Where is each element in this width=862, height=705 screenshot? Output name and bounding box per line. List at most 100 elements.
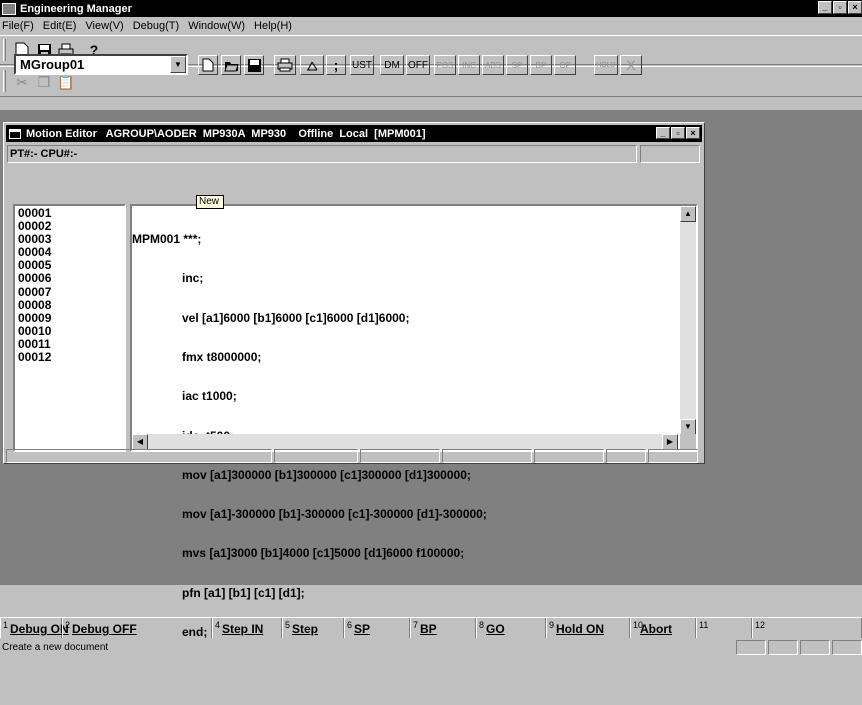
editor-status-pane	[648, 449, 698, 463]
code-editor[interactable]: MPM001 ***; inc; vel [a1]6000 [b1]6000 […	[130, 204, 698, 639]
fkey-number: 6	[347, 620, 353, 630]
fkey-1[interactable]: 1 Debug ON	[0, 618, 69, 638]
editor-abs-button[interactable]: ABS	[482, 55, 504, 75]
fkey-number: 10	[633, 620, 644, 630]
group-select[interactable]: MGroup01 ▼	[14, 54, 188, 75]
app-titlebar[interactable]: Engineering Manager _ ▫ ×	[0, 0, 862, 17]
close-icon[interactable]: X	[620, 55, 642, 75]
fkey-8[interactable]: 8 GO	[476, 618, 546, 638]
menu-debug[interactable]: Debug(T)	[133, 20, 179, 32]
editor-new-button[interactable]	[198, 55, 218, 75]
fkey-number: 11	[699, 620, 709, 630]
app-icon	[2, 2, 16, 15]
pt-cpu-field: PT#:- CPU#:-	[7, 145, 637, 163]
maximize-button[interactable]: ▫	[833, 1, 847, 14]
editor-inc-button[interactable]: INC	[458, 55, 480, 75]
status-bar: Create a new document	[0, 640, 862, 655]
editor-save-button[interactable]	[244, 55, 264, 75]
status-pane	[832, 640, 862, 655]
editor-status-pane	[6, 449, 272, 463]
menu-window[interactable]: Window(W)	[188, 20, 245, 32]
motion-editor-title: Motion Editor AGROUP\AODER MP930A MP930 …	[26, 127, 426, 140]
editor-bp-button[interactable]: BP	[530, 55, 552, 75]
fkey-11[interactable]: 11	[696, 618, 752, 638]
fkey-number: 4	[215, 620, 221, 630]
fkey-number: 2	[65, 620, 71, 630]
close-button[interactable]: ×	[848, 1, 862, 14]
menu-edit[interactable]: Edit(E)	[43, 20, 77, 32]
fkey-12[interactable]: 12	[752, 618, 862, 638]
menu-view[interactable]: View(V)	[85, 20, 123, 32]
status-pane	[768, 640, 798, 655]
vertical-scrollbar[interactable]: ▲ ▼	[680, 206, 696, 435]
cut-icon[interactable]: ✂	[12, 72, 32, 92]
editor-status-pane	[606, 449, 646, 463]
editor-semicolon-button[interactable]: ;	[326, 55, 346, 75]
editor-cp-button[interactable]: CP	[554, 55, 576, 75]
menu-file[interactable]: File(F)	[2, 20, 34, 32]
fkey-label: Hold ON	[556, 622, 604, 636]
motion-editor-titlebar[interactable]: Motion Editor AGROUP\AODER MP930A MP930 …	[6, 125, 702, 142]
fkey-6[interactable]: 6 SP	[344, 618, 410, 638]
scroll-left-icon[interactable]: ◀	[132, 434, 148, 450]
paste-icon[interactable]: 📋	[56, 72, 76, 92]
status-pane	[800, 640, 830, 655]
editor-ust-button[interactable]: UST	[350, 55, 374, 75]
fkey-2[interactable]: 2 Debug OFF	[62, 618, 212, 638]
fkey-10[interactable]: 10 Abort	[630, 618, 696, 638]
toolbar-grip[interactable]	[3, 70, 6, 92]
toolbar-grip[interactable]	[3, 39, 6, 61]
line-number: 00007	[18, 284, 52, 299]
code-line[interactable]: mov [a1]300000 [b1]300000 [c1]300000 [d1…	[132, 468, 678, 482]
fkey-5[interactable]: 5 Step	[282, 618, 344, 638]
scroll-right-icon[interactable]: ▶	[662, 434, 678, 450]
code-line[interactable]: iac t1000;	[132, 390, 678, 403]
scroll-corner	[680, 434, 696, 450]
function-key-bar: 1 Debug ON 2 Debug OFF 4 Step IN 5 Step 6 SP …	[0, 617, 862, 638]
editor-window-icon	[9, 128, 21, 139]
editor-find-button[interactable]	[300, 55, 324, 75]
fkey-number: 8	[479, 620, 485, 630]
editor-open-button[interactable]	[221, 55, 241, 75]
fkey-7[interactable]: 7 BP	[410, 618, 476, 638]
chevron-down-icon[interactable]: ▼	[170, 56, 186, 73]
menu-help[interactable]: Help(H)	[254, 20, 292, 32]
editor-dm-button[interactable]: DM	[380, 55, 404, 75]
horizontal-scrollbar[interactable]: ◀ ▶	[132, 434, 678, 450]
status-text: Create a new document	[2, 642, 109, 653]
minimize-button[interactable]: _	[818, 1, 832, 14]
code-line[interactable]: fmx t8000000;	[132, 350, 678, 364]
editor-sp-button[interactable]: SP	[506, 55, 528, 75]
code-line[interactable]: mvs [a1]3000 [b1]4000 [c1]5000 [d1]6000 …	[132, 547, 678, 560]
scroll-up-icon[interactable]: ▲	[680, 206, 696, 222]
code-line[interactable]: pfn [a1] [b1] [c1] [d1];	[132, 586, 678, 600]
menu-bar: File(F) Edit(E) View(V) Debug(T) Window(…	[0, 17, 862, 35]
editor-maximize-button[interactable]: ▫	[671, 127, 685, 139]
editor-pos-button[interactable]: POS	[434, 55, 456, 75]
fkey-9[interactable]: 9 Hold ON	[546, 618, 630, 638]
fkey-number: 1	[3, 620, 9, 630]
fkey-4[interactable]: 4 Step IN	[212, 618, 282, 638]
editor-status-bar	[6, 449, 701, 463]
editor-print-button[interactable]	[274, 55, 296, 75]
code-line[interactable]: MPM001 ***;	[132, 233, 678, 246]
editor-minimize-button[interactable]: _	[656, 127, 670, 139]
scroll-down-icon[interactable]: ▼	[680, 419, 696, 435]
editor-close-button[interactable]: ×	[686, 127, 700, 139]
line-number-gutter: 00001 00002 00003 00004 00005 00006 0000…	[13, 204, 126, 452]
fkey-label: BP	[420, 622, 437, 636]
copy-icon[interactable]: ❐	[34, 72, 54, 92]
line-number: 00012	[18, 350, 52, 365]
line-number: 00009	[18, 310, 52, 325]
editor-hold-button[interactable]: HOLD	[594, 55, 618, 75]
code-line[interactable]	[132, 665, 678, 678]
code-line[interactable]: inc;	[132, 272, 678, 285]
group-select-value: MGroup01	[20, 57, 85, 72]
editor-off-button[interactable]: OFF	[406, 55, 430, 75]
editor-status-pane	[274, 449, 358, 463]
fkey-label: Step	[292, 622, 319, 636]
code-line[interactable]: mov [a1]-300000 [b1]-300000 [c1]-300000 …	[132, 508, 678, 521]
code-line[interactable]: vel [a1]6000 [b1]6000 [c1]6000 [d1]6000;	[132, 311, 678, 325]
editor-status-pane	[442, 449, 532, 463]
status-pane	[736, 640, 766, 655]
